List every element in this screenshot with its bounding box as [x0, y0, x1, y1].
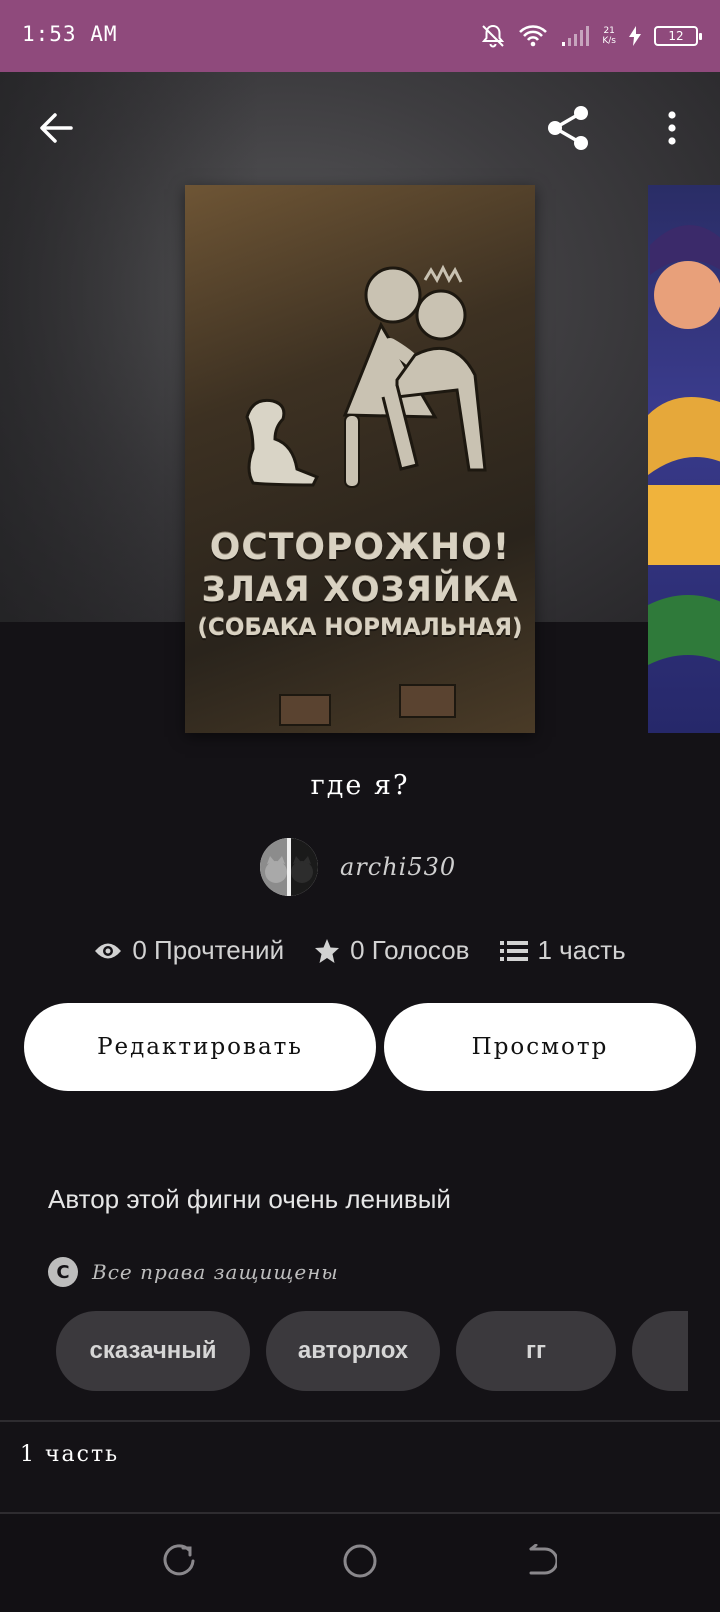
preview-button[interactable]: Просмотр	[384, 1003, 696, 1091]
tag-chip[interactable]: гг	[456, 1311, 616, 1391]
back-nav-button[interactable]	[516, 1539, 564, 1587]
list-icon	[499, 939, 528, 963]
signal-icon	[560, 23, 590, 49]
eye-icon	[94, 940, 122, 962]
wifi-icon	[518, 23, 548, 49]
status-time: 1:53 AM	[22, 22, 118, 46]
recent-apps-icon	[163, 1544, 197, 1582]
tag-chip[interactable]	[632, 1311, 688, 1391]
net-speed: 21 K/s	[602, 26, 616, 46]
cover-line-2: ЗЛАЯ ХОЗЯЙКА	[201, 570, 519, 610]
home-icon	[342, 1543, 378, 1583]
votes-count: 0 Голосов	[350, 935, 470, 965]
votes-stat: 0 Голосов	[314, 935, 470, 966]
status-bar: 1:53 AM 21 K/s 12	[0, 0, 720, 72]
back-nav-icon	[523, 1543, 559, 1582]
back-button[interactable]	[24, 98, 88, 162]
battery-icon: 12	[654, 26, 702, 46]
story-stats: 0 Прочтений 0 Голосов 1 часть	[0, 935, 720, 966]
edit-button[interactable]: Редактировать	[24, 1003, 376, 1091]
reads-count: 0 Прочтений	[132, 935, 285, 965]
parts-stat: 1 часть	[499, 935, 626, 966]
story-description: Автор этой фигни очень ленивый	[48, 1184, 451, 1214]
author-name: archi530	[340, 853, 457, 881]
tag-chip[interactable]: сказачный	[56, 1311, 250, 1391]
part-list-item[interactable]: 1 часть	[0, 1422, 720, 1512]
status-icons: 21 K/s 12	[480, 20, 702, 52]
cover-illustration	[245, 264, 487, 488]
star-icon	[314, 938, 340, 964]
cover-line-1: ОСТОРОЖНО!	[209, 527, 511, 568]
recent-apps-button[interactable]	[156, 1539, 204, 1587]
battery-level: 12	[668, 29, 684, 43]
reads-stat: 0 Прочтений	[94, 935, 284, 966]
charging-icon	[628, 25, 642, 47]
tag-chip[interactable]: авторлох	[266, 1311, 440, 1391]
next-cover-illustration	[648, 225, 720, 665]
system-nav-bar	[0, 1514, 720, 1612]
next-story-cover[interactable]	[648, 185, 720, 733]
story-title: где я?	[310, 770, 410, 801]
part-title: 1 часть	[20, 1442, 120, 1467]
home-button[interactable]	[336, 1539, 384, 1587]
author-link[interactable]: archi530	[260, 838, 456, 896]
more-vertical-icon	[666, 110, 678, 150]
cover-line-3: (СОБАКА НОРМАЛЬНАЯ)	[197, 615, 523, 641]
tags-row[interactable]: сказачный авторлох гг	[56, 1311, 688, 1391]
more-options-button[interactable]	[640, 98, 704, 162]
bell-off-icon	[480, 23, 506, 49]
copyright-icon: C	[48, 1257, 78, 1287]
copyright-row: C Все права защищены	[48, 1257, 339, 1287]
copyright-text: Все права защищены	[92, 1260, 339, 1284]
share-button[interactable]	[536, 98, 600, 162]
share-icon	[543, 103, 593, 157]
back-arrow-icon	[38, 112, 74, 148]
avatar	[260, 838, 318, 896]
parts-count: 1 часть	[537, 935, 626, 965]
story-cover[interactable]: ОСТОРОЖНО! ЗЛАЯ ХОЗЯЙКА (СОБАКА НОРМАЛЬН…	[185, 185, 535, 733]
